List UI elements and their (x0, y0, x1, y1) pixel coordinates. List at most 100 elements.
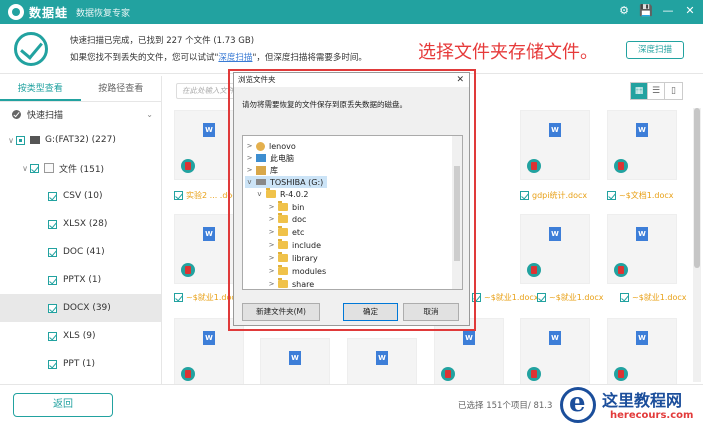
file-checkbox[interactable] (174, 191, 183, 200)
folder-item[interactable]: > modules (267, 265, 326, 277)
expand-arrow-icon[interactable]: > (245, 166, 254, 174)
ok-button[interactable]: 确定 (343, 303, 398, 321)
expand-arrow-icon[interactable]: > (267, 203, 276, 211)
close-icon[interactable]: ✕ (683, 4, 697, 18)
folder-icon (278, 201, 288, 211)
save-icon[interactable]: 💾 (639, 4, 653, 18)
list-view-icon[interactable]: ☰ (648, 83, 665, 99)
file-checkbox[interactable] (620, 293, 629, 302)
folder-item[interactable]: > etc (267, 226, 304, 238)
collapse-arrow-icon[interactable]: v (255, 190, 264, 198)
folder-item-selected[interactable]: v TOSHIBA (G:) (245, 176, 328, 188)
check-circle-icon (14, 32, 48, 66)
tree-type-docx[interactable]: DOCX (39) (0, 294, 161, 322)
file-thumbnail[interactable]: W (607, 110, 677, 180)
expand-arrow-icon[interactable]: > (267, 241, 276, 249)
tree-quick-scan[interactable]: 快速扫描 ⌄ (0, 102, 161, 126)
folder-item[interactable]: > 此电脑 (245, 152, 294, 164)
folder-item[interactable]: > library (267, 252, 318, 264)
file-thumbnail[interactable]: W (520, 318, 590, 384)
collapse-arrow-icon[interactable]: ∨ (20, 164, 30, 173)
drive-checkbox[interactable] (16, 135, 25, 145)
deep-scan-hint: 如果您找不到丢失的文件，您可以试试"深度扫描"，但深度扫描将需要多时间。 (70, 51, 367, 63)
folder-tree: > lenovo > 此电脑 > 库 v TOSHIBA (G:) v R-4.0.2 >… (242, 135, 463, 290)
type-checkbox[interactable] (48, 191, 57, 201)
lost-file-icon (181, 263, 195, 277)
collapse-arrow-icon[interactable]: ∨ (6, 136, 16, 145)
file-thumbnail[interactable]: W (607, 214, 677, 284)
folder-item[interactable]: > bin (267, 201, 304, 213)
type-checkbox[interactable] (48, 359, 57, 369)
tree-type-xlsx[interactable]: XLSX (28) (0, 210, 161, 238)
tree-type-pptx[interactable]: PPTX (1) (0, 266, 161, 294)
type-checkbox[interactable] (48, 219, 57, 229)
minimize-icon[interactable]: — (661, 4, 675, 18)
tree-label: 文件 (151) (59, 164, 105, 175)
folder-item[interactable]: > lenovo (245, 140, 296, 152)
folder-item[interactable]: > 库 (245, 164, 278, 176)
folder-item[interactable]: > doc (267, 213, 306, 225)
tree-type-doc[interactable]: DOC (41) (0, 238, 161, 266)
scrollbar-thumb[interactable] (694, 108, 700, 268)
expand-arrow-icon[interactable]: > (245, 142, 254, 150)
type-checkbox[interactable] (48, 275, 57, 285)
window-controls: ⚙ 💾 — ✕ (617, 4, 697, 18)
file-checkbox[interactable] (607, 191, 616, 200)
expand-arrow-icon[interactable]: > (267, 267, 276, 275)
tree-label: G:(FAT32) (227) (45, 135, 116, 145)
tree-type-ppt[interactable]: PPT (1) (0, 350, 161, 378)
file-thumbnail[interactable]: W (520, 110, 590, 180)
tree-documents[interactable]: ∨ 文件 (151) (0, 154, 161, 182)
expand-arrow-icon[interactable]: > (267, 215, 276, 223)
file-thumbnail[interactable]: W (607, 318, 677, 384)
expand-arrow-icon[interactable]: > (267, 280, 276, 288)
browse-folder-dialog: 浏览文件夹 ✕ 请勿将需要恢复的文件保存到原丢失数据的磁盘。 > lenovo >… (233, 72, 470, 326)
expand-arrow-icon[interactable]: > (245, 154, 254, 162)
expand-arrow-icon[interactable]: > (267, 254, 276, 262)
type-checkbox[interactable] (48, 331, 57, 341)
deep-scan-button[interactable]: 深度扫描 (626, 41, 684, 59)
tree-type-csv[interactable]: CSV (10) (0, 182, 161, 210)
grid-scrollbar[interactable] (693, 108, 701, 382)
back-button[interactable]: 返回 (13, 393, 113, 417)
tree-drive[interactable]: ∨ G:(FAT32) (227) (0, 126, 161, 154)
collapse-arrow-icon[interactable]: v (245, 178, 254, 186)
type-checkbox[interactable] (48, 247, 57, 257)
file-name[interactable]: ~$文档1.docx (607, 190, 692, 201)
folder-label: library (292, 253, 318, 263)
tab-by-type[interactable]: 按类型查看 (0, 76, 81, 101)
word-doc-icon: W (376, 351, 388, 365)
preview-view-icon[interactable]: ▯ (665, 83, 682, 99)
file-thumbnail[interactable]: W (347, 338, 417, 384)
file-name[interactable]: ~$就业1.docx (620, 292, 692, 303)
word-doc-icon: W (549, 331, 561, 345)
lost-file-icon (527, 367, 541, 381)
scrollbar-thumb[interactable] (454, 166, 460, 261)
deep-scan-link[interactable]: 深度扫描 (218, 53, 252, 63)
word-doc-icon: W (203, 331, 215, 345)
file-name-text: ~$就业1.docx (632, 293, 687, 302)
word-doc-icon: W (549, 227, 561, 241)
type-checkbox[interactable] (48, 303, 57, 313)
new-folder-button[interactable]: 新建文件夹(M) (242, 303, 320, 321)
tab-by-path[interactable]: 按路径查看 (81, 76, 162, 101)
settings-icon[interactable]: ⚙ (617, 4, 631, 18)
file-checkbox[interactable] (174, 293, 183, 302)
cancel-button[interactable]: 取消 (403, 303, 459, 321)
file-thumbnail[interactable]: W (520, 214, 590, 284)
file-checkbox[interactable] (537, 293, 546, 302)
grid-view-icon[interactable]: ▦ (631, 83, 648, 99)
folder-item[interactable]: > include (267, 239, 321, 251)
folder-item[interactable]: v R-4.0.2 (255, 188, 308, 200)
lost-file-icon (181, 159, 195, 173)
documents-checkbox[interactable] (30, 163, 39, 173)
file-name[interactable]: gdpi统计.docx (520, 190, 606, 201)
file-checkbox[interactable] (520, 191, 529, 200)
file-thumbnail[interactable]: W (260, 338, 330, 384)
folder-item[interactable]: > share (267, 278, 314, 289)
expand-arrow-icon[interactable]: > (267, 228, 276, 236)
file-name[interactable]: ~$就业1.docx (537, 292, 623, 303)
tree-type-xls[interactable]: XLS (9) (0, 322, 161, 350)
folder-tree-scrollbar[interactable] (452, 136, 462, 289)
close-icon[interactable]: ✕ (456, 73, 464, 87)
